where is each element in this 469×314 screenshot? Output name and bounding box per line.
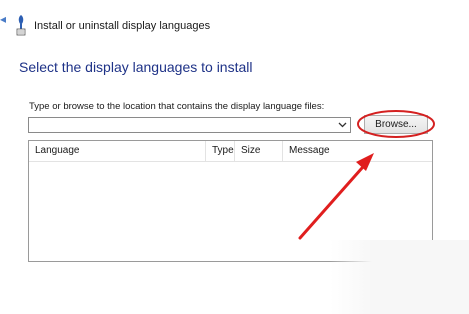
column-header-size[interactable]: Size [235,141,283,161]
column-header-language[interactable]: Language [29,141,206,161]
column-header-type[interactable]: Type [206,141,235,161]
path-combobox[interactable] [28,117,351,133]
path-input[interactable] [31,119,331,131]
window-title: Install or uninstall display languages [34,20,211,32]
title-bar: ◂ Install or uninstall display languages [0,0,469,40]
back-arrow-icon[interactable]: ◂ [0,13,8,25]
shadow-region [330,240,469,314]
list-header: Language Type Size Message [29,141,432,162]
browse-button[interactable]: Browse... [364,115,428,134]
page-heading: Select the display languages to install [19,59,253,75]
language-icon [15,14,27,36]
column-header-message[interactable]: Message [283,141,432,161]
chevron-down-icon[interactable] [335,118,350,132]
path-field-label: Type or browse to the location that cont… [29,101,325,112]
